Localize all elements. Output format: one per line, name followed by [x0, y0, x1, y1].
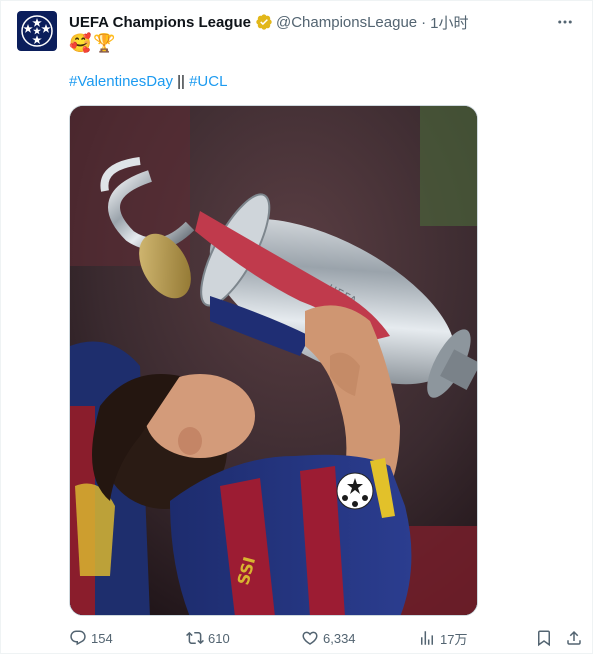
- more-options-button[interactable]: [554, 11, 576, 33]
- reply-icon: [70, 630, 86, 646]
- views-chart-icon: [421, 631, 433, 645]
- retweet-count: 610: [208, 630, 230, 646]
- author-name[interactable]: UEFA Champions League: [69, 14, 251, 31]
- champions-league-star-ball-icon: [21, 15, 53, 47]
- tweet-photo[interactable]: UEFA: [69, 105, 478, 616]
- tweet-actions: 154 610 6,334 17万: [69, 626, 581, 650]
- tweet-header: UEFA Champions League @ChampionsLeague ·…: [69, 11, 576, 33]
- retweet-icon: [186, 631, 204, 645]
- tweet-emojis: 🥰 🏆: [69, 33, 116, 53]
- verified-badge-icon: [255, 13, 273, 31]
- reply-count: 154: [91, 630, 113, 646]
- trophy-emoji: 🏆: [93, 33, 116, 53]
- like-button[interactable]: 6,334: [301, 629, 356, 647]
- tweet-hashtags: #ValentinesDay || #UCL: [69, 73, 227, 90]
- like-count: 6,334: [323, 630, 356, 646]
- heart-icon: [302, 631, 318, 645]
- hashtag-separator: ||: [177, 73, 185, 90]
- smiling-face-with-hearts-emoji: 🥰: [69, 33, 92, 53]
- avatar[interactable]: [17, 11, 57, 51]
- tweet-card[interactable]: UEFA Champions League @ChampionsLeague ·…: [0, 0, 593, 654]
- retweet-button[interactable]: 610: [186, 629, 230, 647]
- tweet-timestamp[interactable]: 1小时: [430, 12, 468, 33]
- views-button[interactable]: 17万: [418, 629, 467, 648]
- author-handle[interactable]: @ChampionsLeague: [276, 14, 417, 31]
- hashtag-valentines-day[interactable]: #ValentinesDay: [69, 73, 173, 90]
- share-icon: [567, 630, 581, 645]
- reply-button[interactable]: 154: [69, 629, 113, 647]
- more-icon: [558, 20, 572, 24]
- views-count: 17万: [440, 631, 468, 647]
- share-button[interactable]: [565, 629, 583, 647]
- bookmark-icon: [538, 630, 550, 647]
- header-separator: ·: [421, 13, 427, 31]
- photo-player-kissing-trophy: UEFA: [70, 106, 477, 615]
- hashtag-ucl[interactable]: #UCL: [189, 73, 227, 90]
- bookmark-button[interactable]: [535, 629, 553, 647]
